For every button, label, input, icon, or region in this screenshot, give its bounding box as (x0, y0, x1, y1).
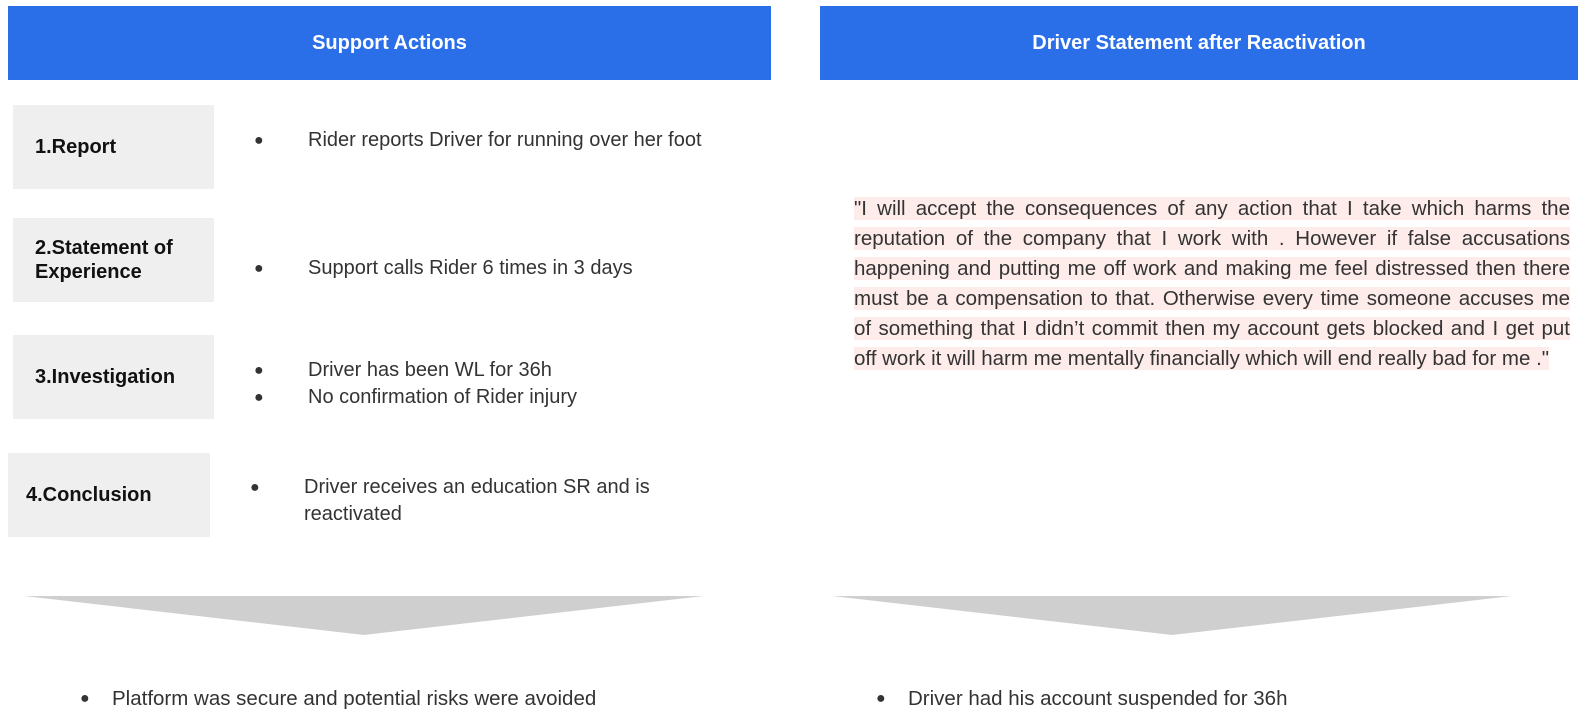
right-outcome: ● Driver had his account suspended for 3… (876, 684, 1287, 714)
step-conclusion-bullets: ● Driver receives an education SR and is … (250, 474, 730, 528)
left-down-arrow-icon (24, 596, 704, 635)
support-actions-header: Support Actions (8, 6, 771, 80)
step-statement-label: 2.Statement of Experience (13, 218, 214, 302)
step-conclusion-label: 4.Conclusion (8, 453, 210, 537)
bullet-icon: ● (80, 690, 90, 707)
driver-statement-header: Driver Statement after Reactivation (820, 6, 1578, 80)
bullet-icon: ● (250, 479, 260, 496)
step-report-bullets: ● Rider reports Driver for running over h… (254, 127, 734, 154)
list-item: ● Driver receives an education SR and is … (250, 476, 650, 525)
step-report-label: 1.Report (13, 105, 214, 189)
list-item: ● Rider reports Driver for running over h… (254, 127, 734, 154)
list-item: ● Support calls Rider 6 times in 3 days (254, 255, 734, 282)
driver-quote: "I will accept the consequences of any a… (854, 197, 1570, 370)
step-investigation-bullets: ● Driver has been WL for 36h ● No confirma… (254, 357, 734, 411)
list-item: ● Driver has been WL for 36h (254, 357, 734, 384)
right-down-arrow-icon (832, 596, 1512, 635)
bullet-icon: ● (876, 690, 886, 707)
list-item: ● No confirmation of Rider injury (254, 384, 734, 411)
bullet-icon: ● (254, 260, 264, 277)
left-outcome: ● Platform was secure and potential risk… (80, 684, 596, 714)
bullet-icon: ● (254, 362, 264, 379)
step-statement-bullets: ● Support calls Rider 6 times in 3 days (254, 255, 734, 282)
bullet-icon: ● (254, 389, 264, 406)
step-investigation-label: 3.Investigation (13, 335, 214, 419)
bullet-icon: ● (254, 132, 264, 149)
